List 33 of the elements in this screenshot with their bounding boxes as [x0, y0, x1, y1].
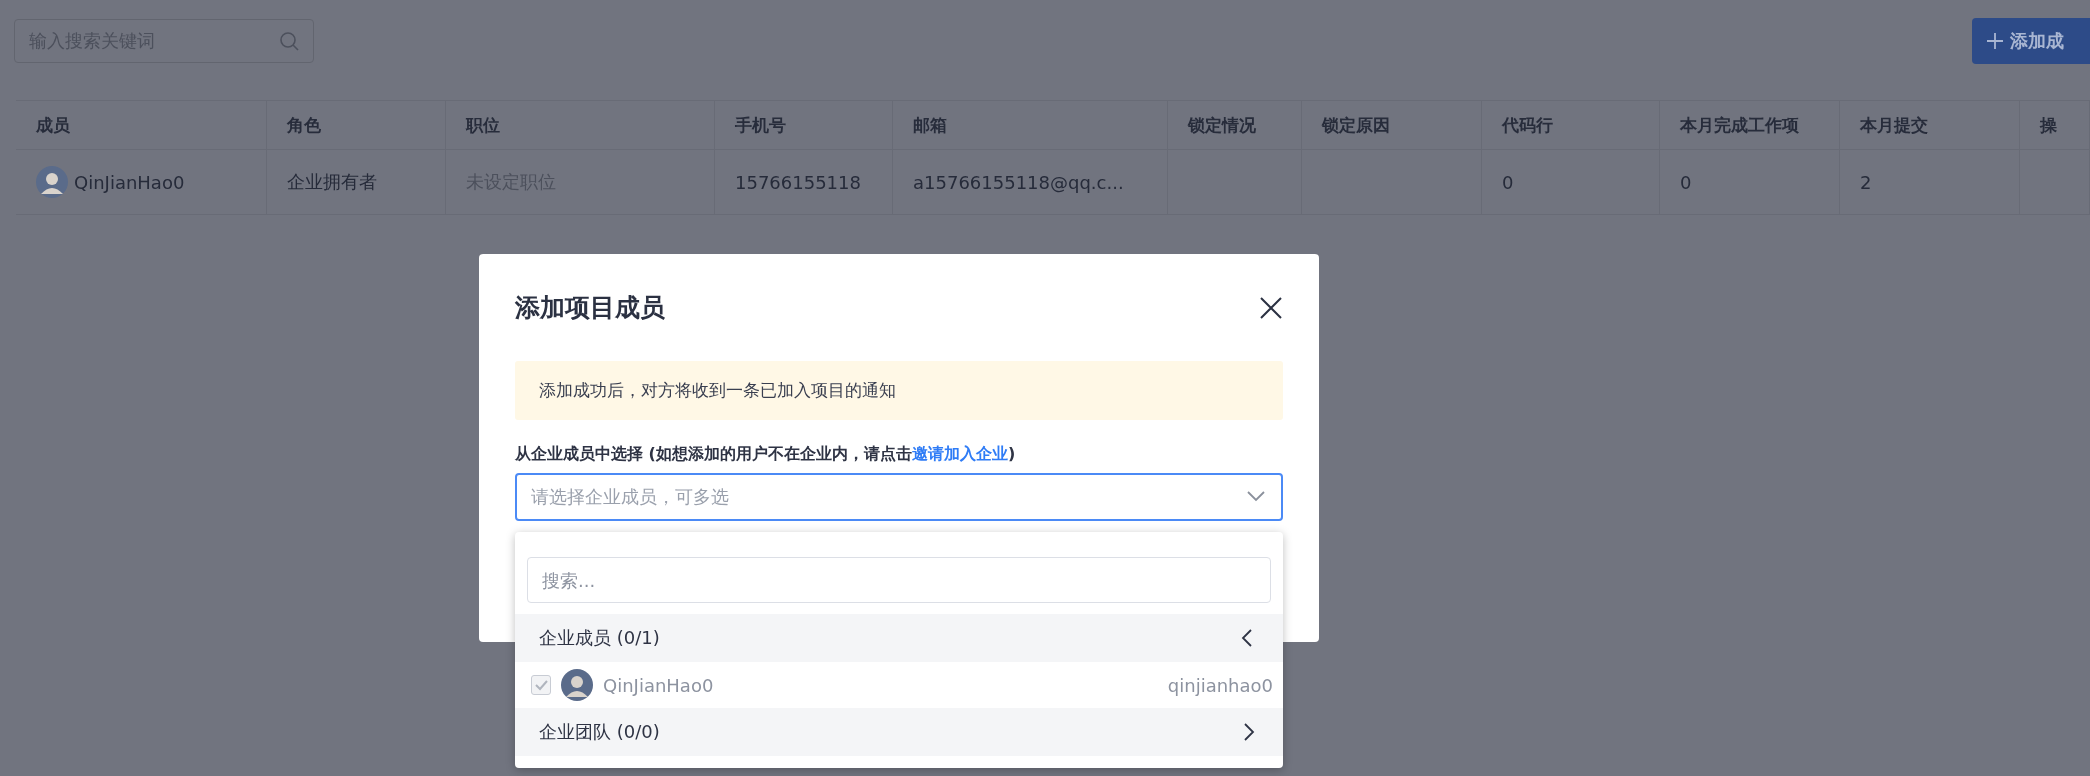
column-header: 锁定原因 — [1302, 100, 1482, 150]
table-cell: 企业拥有者 — [267, 150, 446, 215]
notice-text: 添加成功后，对方将收到一条已加入项目的通知 — [515, 361, 1283, 420]
column-header: 锁定情况 — [1168, 100, 1302, 150]
group-header[interactable]: 企业成员 (0/1) — [515, 614, 1283, 662]
close-button[interactable] — [1259, 295, 1283, 320]
field-label: 从企业成员中选择 (如想添加的用户不在企业内，请点击邀请加入企业) — [515, 444, 1017, 465]
column-header: 职位 — [446, 100, 715, 150]
search-icon — [279, 30, 300, 52]
column-header: 操 — [2020, 100, 2090, 150]
group-header[interactable]: 企业团队 (0/0) — [515, 708, 1283, 756]
column-header: 本月完成工作项 — [1660, 100, 1840, 150]
invite-link[interactable]: 邀请加入企业 — [911, 444, 1008, 463]
table-cell: a15766155118@qq.c... — [893, 150, 1168, 215]
table-cell: 0 — [1660, 150, 1840, 215]
dialog-title: 添加项目成员 — [515, 292, 665, 324]
column-header: 手机号 — [715, 100, 893, 150]
column-header: 角色 — [267, 100, 446, 150]
avatar — [36, 166, 68, 198]
member-name: QinJianHao0 — [74, 171, 185, 193]
column-header: 邮箱 — [893, 100, 1168, 150]
add-member-button[interactable]: 添加成 — [1972, 17, 2090, 64]
column-header: 代码行 — [1482, 100, 1660, 150]
column-header: 成员 — [16, 100, 267, 150]
close-icon — [1259, 295, 1283, 320]
table-cell: 15766155118 — [715, 150, 893, 215]
plus-icon — [1986, 31, 2004, 50]
table-cell: 2 — [1840, 150, 2020, 215]
avatar — [561, 669, 593, 701]
table-cell: 0 — [1482, 150, 1660, 215]
column-header: 本月提交 — [1840, 100, 2020, 150]
check-icon — [534, 678, 548, 692]
member-select[interactable]: 请选择企业成员，可多选 — [515, 473, 1283, 521]
